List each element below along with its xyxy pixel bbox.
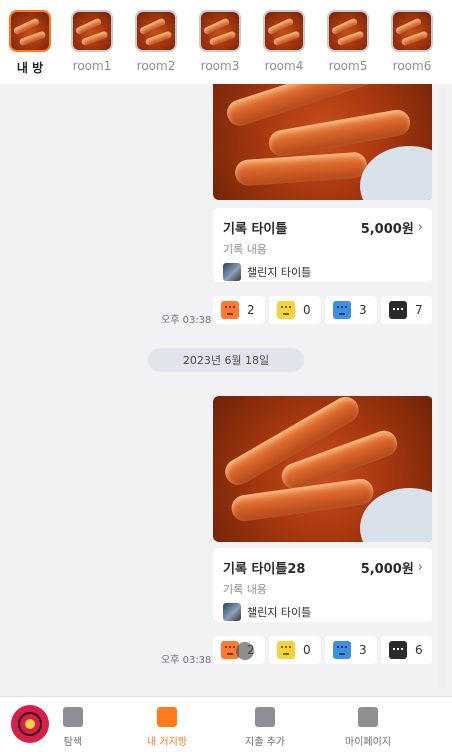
room-thumbnail [199,10,241,52]
reaction-count: 2 [247,303,255,317]
reaction-neutral-button[interactable]: 0 [269,636,321,664]
room-label: room5 [328,59,368,73]
challenge-thumbnail [223,263,241,281]
reaction-count: 3 [359,643,367,657]
expense-amount: 5,000원 › [361,218,423,237]
room-tab-room2[interactable]: room2 [124,0,188,84]
sad-face-icon [333,641,351,659]
amount-value: 5,000원 [360,222,414,237]
nav-label: 탐색 [63,737,83,748]
reaction-bar: 2 0 3 7 [213,296,432,324]
add-expense-icon [255,707,275,727]
compass-icon [63,707,83,727]
expense-content: 기록 내용 [223,583,267,596]
amount-value: 5,000원 [360,562,414,577]
comment-count: 6 [415,643,423,657]
challenge-row: 챌린지 타이틀 [223,603,423,621]
comment-icon [389,301,407,319]
expense-photo[interactable] [213,84,432,200]
room-tab-room6[interactable]: room6 [380,0,444,84]
room-thumbnail [71,10,113,52]
room-label: room6 [392,59,432,73]
expense-amount: 5,000원 › [361,558,423,577]
reaction-sad-button[interactable]: 3 [325,636,377,664]
challenge-row: 챌린지 타이틀 [223,263,423,281]
challenge-title: 챌린지 타이틀 [247,606,312,619]
room-thumbnail [135,10,177,52]
bottom-nav: 탐색 내 거지방 지출 추가 마이페이지 [0,696,452,752]
comment-button[interactable]: 7 [381,296,432,324]
reaction-neutral-button[interactable]: 0 [269,296,321,324]
room-tab-room3[interactable]: room3 [188,0,252,84]
room-thumbnail [263,10,305,52]
reaction-angry-button[interactable]: 2 [213,296,265,324]
expense-card[interactable]: 기록 타이틀 5,000원 › 기록 내용 챌린지 타이틀 [213,208,432,282]
expense-title: 기록 타이틀28 [223,562,306,577]
comment-count: 7 [415,303,423,317]
room-label: room4 [264,59,304,73]
room-thumbnail [391,10,433,52]
chevron-right-icon: › [417,220,423,235]
touch-cursor [236,642,254,660]
room-thumbnail [9,10,51,52]
chat-feed[interactable]: 기록 타이틀 5,000원 › 기록 내용 챌린지 타이틀 오후 03:38 2… [0,84,432,696]
message-time: 오후 03:38 [161,655,212,666]
nav-my-room[interactable]: 내 거지방 [127,707,207,748]
expense-content: 기록 내용 [223,243,267,256]
reaction-count: 0 [303,643,311,657]
nav-label: 마이페이지 [345,737,391,748]
room-label: room1 [72,59,112,73]
nav-add-expense[interactable]: 지출 추가 [225,707,305,748]
chevron-right-icon: › [417,560,423,575]
room-tab-my-room[interactable]: 내 방 [0,0,60,84]
profile-icon [358,707,378,727]
sad-face-icon [333,301,351,319]
nav-my-page[interactable]: 마이페이지 [328,707,408,748]
reaction-sad-button[interactable]: 3 [325,296,377,324]
room-tab-room4[interactable]: room4 [252,0,316,84]
room-tab-room5[interactable]: room5 [316,0,380,84]
comment-button[interactable]: 6 [381,636,432,664]
expense-card[interactable]: 기록 타이틀28 5,000원 › 기록 내용 챌린지 타이틀 [213,548,432,622]
reaction-count: 0 [303,303,311,317]
expense-photo[interactable] [213,396,432,542]
scrollbar[interactable] [432,84,452,696]
angry-face-icon [221,301,239,319]
scrollbar-thumb[interactable] [437,88,447,688]
room-label: room3 [200,59,240,73]
reaction-count: 3 [359,303,367,317]
chat-icon [157,707,177,727]
challenge-thumbnail [223,603,241,621]
comment-icon [389,641,407,659]
neutral-face-icon [277,641,295,659]
message-time: 오후 03:38 [161,315,212,326]
nav-explore[interactable]: 탐색 [33,707,113,748]
neutral-face-icon [277,301,295,319]
room-label: room2 [136,59,176,73]
room-thumbnail [327,10,369,52]
challenge-title: 챌린지 타이틀 [247,266,312,279]
expense-title: 기록 타이틀 [223,222,288,237]
room-label: 내 방 [16,61,44,75]
nav-label: 지출 추가 [245,737,285,748]
room-bar: 내 방 room1 room2 room3 room4 room5 room6 [0,0,452,84]
room-tab-room1[interactable]: room1 [60,0,124,84]
nav-label: 내 거지방 [147,737,187,748]
date-divider: 2023년 6월 18일 [148,348,304,372]
